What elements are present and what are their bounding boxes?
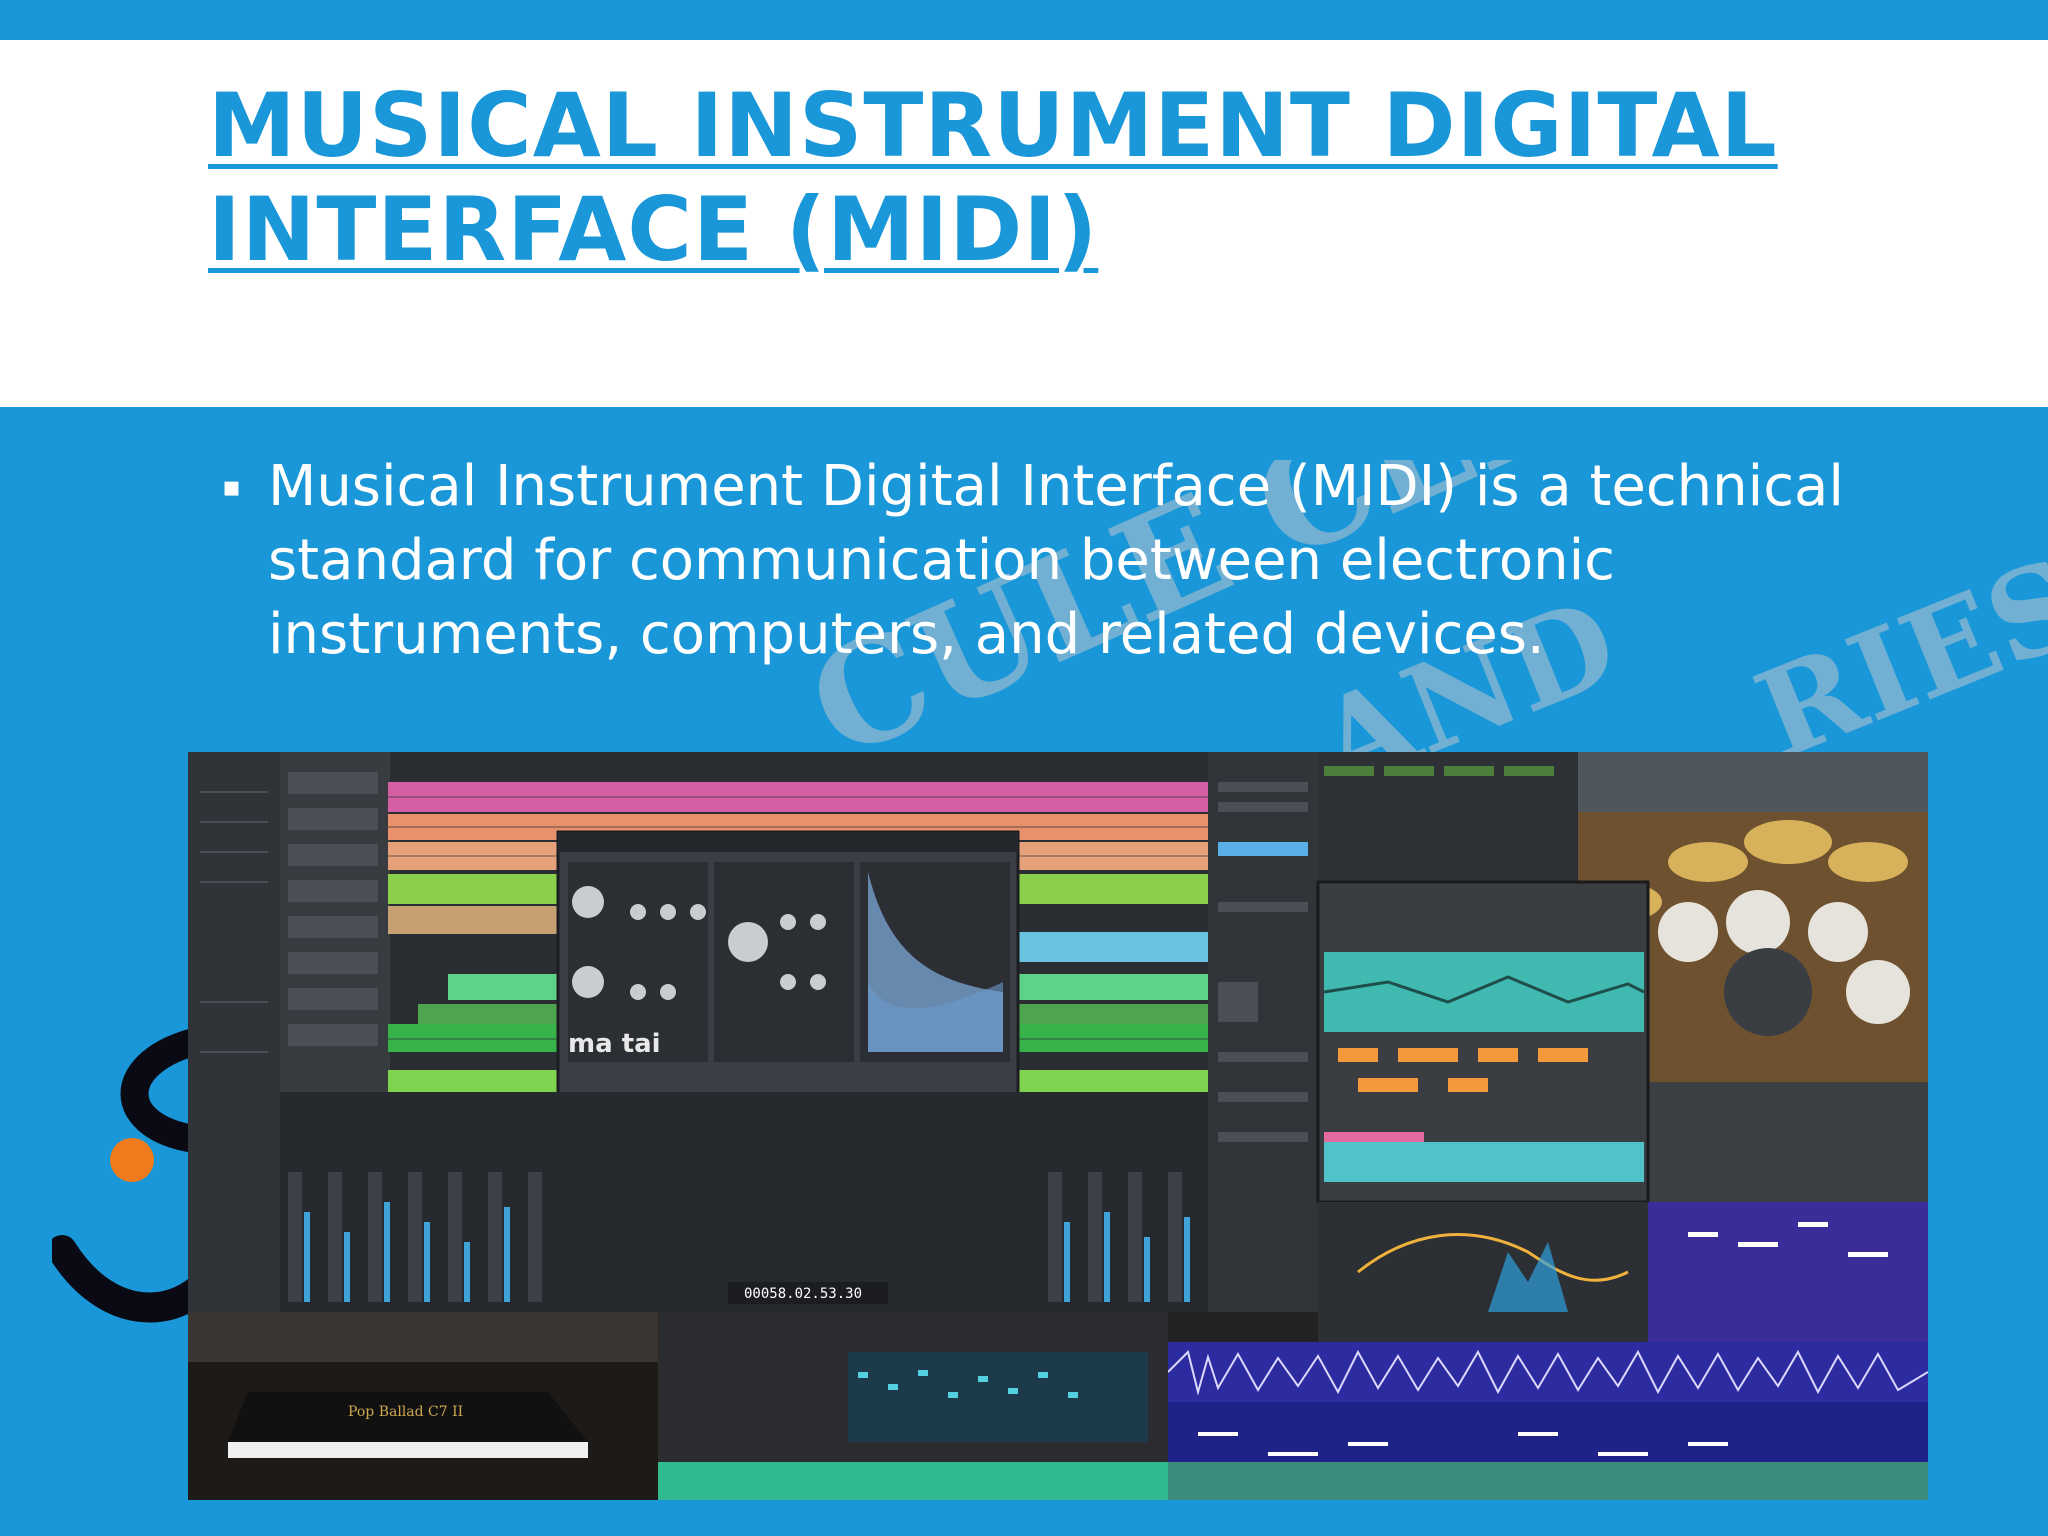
bullet-marker: ▪	[222, 470, 241, 503]
daw-collage-graphic: ma tai 00058.02.53.30 Pop Ballad C7 II	[188, 752, 1928, 1500]
top-accent-strip	[0, 0, 2048, 40]
synth-logo: ma tai	[568, 1029, 661, 1059]
piano-plate: Pop Ballad C7 II	[348, 1404, 463, 1420]
bullet-text: Musical Instrument Digital Interface (MI…	[268, 454, 1844, 667]
slide-title: MUSICAL INSTRUMENT DIGITAL INTERFACE (MI…	[208, 74, 1778, 281]
daw-screenshot-collage: ma tai 00058.02.53.30 Pop Ballad C7 II	[188, 752, 1928, 1500]
transport-counter: 00058.02.53.30	[744, 1286, 862, 1302]
bullet-item: ▪ Musical Instrument Digital Interface (…	[222, 450, 1862, 672]
